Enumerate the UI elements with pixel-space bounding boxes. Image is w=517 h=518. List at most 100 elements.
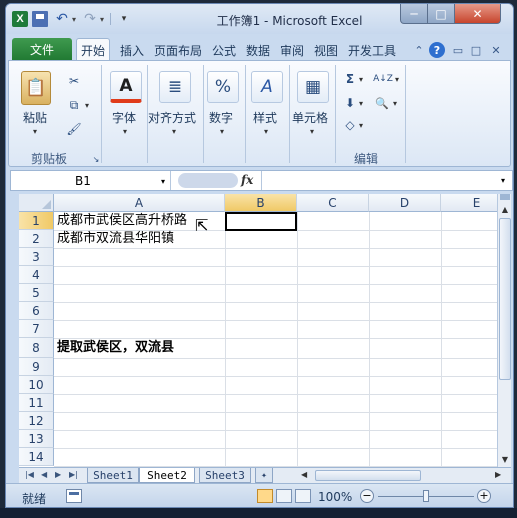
macro-record-icon[interactable]: [66, 489, 82, 503]
number-format-icon[interactable]: %: [207, 71, 239, 103]
styles-dropdown-icon[interactable]: ▾: [264, 127, 268, 136]
scroll-left-icon[interactable]: ◀: [301, 470, 307, 479]
ribbon-minimize-icon[interactable]: ⌃: [411, 42, 427, 58]
tab-page-layout[interactable]: 页面布局: [154, 42, 202, 59]
format-painter-icon[interactable]: 🖌: [65, 121, 83, 137]
cells-button-label[interactable]: 单元格: [292, 109, 328, 126]
column-header-d[interactable]: D: [369, 194, 441, 212]
cells-dropdown-icon[interactable]: ▾: [310, 127, 314, 136]
find-select-icon[interactable]: 🔍: [373, 95, 391, 111]
zoom-out-button[interactable]: −: [360, 489, 374, 503]
next-sheet-icon[interactable]: ▶: [55, 470, 61, 479]
scroll-thumb[interactable]: [499, 218, 511, 380]
horizontal-scroll-thumb[interactable]: [315, 470, 421, 481]
minimize-button[interactable]: ─: [400, 4, 428, 24]
autosum-icon[interactable]: Σ: [341, 71, 359, 87]
font-icon[interactable]: A: [110, 71, 142, 103]
workbook-restore-icon[interactable]: □: [468, 42, 484, 58]
tab-formulas[interactable]: 公式: [212, 42, 236, 59]
workbook-minimize-icon[interactable]: ▭: [450, 42, 466, 58]
scroll-right-icon[interactable]: ▶: [495, 470, 501, 479]
copy-dropdown-icon[interactable]: ▾: [85, 101, 89, 110]
number-button-label[interactable]: 数字: [209, 109, 233, 126]
active-cell-b1[interactable]: [225, 212, 297, 231]
find-dropdown-icon[interactable]: ▾: [393, 99, 397, 108]
workbook-close-icon[interactable]: ✕: [488, 42, 504, 58]
formula-bar-expand-icon[interactable]: ▾: [501, 176, 505, 185]
row-header[interactable]: 1: [19, 212, 54, 230]
row-header[interactable]: 2: [19, 230, 54, 248]
copy-icon[interactable]: ⧉: [65, 97, 83, 113]
prev-sheet-icon[interactable]: ◀: [41, 470, 47, 479]
maximize-button[interactable]: □: [427, 4, 455, 24]
styles-button-label[interactable]: 样式: [253, 109, 277, 126]
tab-insert[interactable]: 插入: [120, 42, 144, 59]
number-dropdown-icon[interactable]: ▾: [220, 127, 224, 136]
row-header[interactable]: 6: [19, 302, 54, 320]
fill-dropdown-icon[interactable]: ▾: [359, 99, 363, 108]
tab-review[interactable]: 审阅: [280, 42, 304, 59]
column-header-e[interactable]: E: [441, 194, 497, 212]
zoom-level[interactable]: 100%: [318, 490, 352, 504]
name-box[interactable]: B1: [11, 171, 171, 190]
row-header[interactable]: 11: [19, 394, 54, 412]
clear-dropdown-icon[interactable]: ▾: [359, 121, 363, 130]
paste-button-label[interactable]: 粘贴: [23, 109, 47, 126]
sheet-tab-3[interactable]: Sheet3: [199, 468, 251, 483]
tab-file[interactable]: 文件: [12, 38, 72, 60]
cell-a8[interactable]: 提取武侯区，双流县: [57, 339, 174, 357]
sort-dropdown-icon[interactable]: ▾: [395, 75, 399, 84]
insert-function-icon[interactable]: fx: [241, 173, 253, 187]
alignment-dropdown-icon[interactable]: ▾: [172, 127, 176, 136]
tab-view[interactable]: 视图: [314, 42, 338, 59]
column-header-a[interactable]: A: [54, 194, 225, 212]
normal-view-button[interactable]: [257, 489, 273, 503]
split-handle[interactable]: [500, 194, 510, 200]
cut-icon[interactable]: ✂: [65, 73, 83, 89]
tab-data[interactable]: 数据: [246, 42, 270, 59]
sheet-tab-1[interactable]: Sheet1: [87, 468, 139, 483]
last-sheet-icon[interactable]: ▶|: [69, 470, 78, 479]
sheet-tab-2[interactable]: Sheet2: [139, 468, 195, 483]
font-dropdown-icon[interactable]: ▾: [123, 127, 127, 136]
clipboard-launcher-icon[interactable]: ↘: [87, 151, 105, 167]
formula-input[interactable]: [261, 171, 497, 190]
column-header-b[interactable]: B: [225, 194, 297, 212]
row-header[interactable]: 7: [19, 320, 54, 338]
row-header[interactable]: 14: [19, 448, 54, 466]
name-box-dropdown-icon[interactable]: ▾: [161, 177, 165, 186]
row-header[interactable]: 12: [19, 412, 54, 430]
scroll-up-icon[interactable]: ▲: [498, 202, 512, 216]
scroll-down-icon[interactable]: ▼: [498, 452, 512, 466]
alignment-button-label[interactable]: 对齐方式: [148, 109, 196, 126]
worksheet-grid[interactable]: A B C D E 1 2 3 4 5 6 7 8 9 10 11 12 13 …: [19, 194, 497, 467]
row-header[interactable]: 8: [19, 338, 54, 358]
tab-developer[interactable]: 开发工具: [348, 42, 396, 59]
paste-dropdown-icon[interactable]: ▾: [33, 127, 37, 136]
insert-sheet-icon[interactable]: ✦: [255, 468, 273, 483]
row-header[interactable]: 5: [19, 284, 54, 302]
cells-icon[interactable]: ▦: [297, 71, 329, 103]
zoom-slider-thumb[interactable]: [423, 490, 429, 502]
row-header[interactable]: 10: [19, 376, 54, 394]
sort-filter-icon[interactable]: A↓Z: [371, 71, 395, 87]
page-layout-view-button[interactable]: [276, 489, 292, 503]
paste-icon[interactable]: 📋: [21, 71, 51, 105]
row-header[interactable]: 13: [19, 430, 54, 448]
clear-icon[interactable]: ◇: [341, 117, 359, 133]
tab-home[interactable]: 开始: [76, 38, 110, 61]
row-header[interactable]: 4: [19, 266, 54, 284]
help-icon[interactable]: ?: [429, 42, 445, 58]
page-break-view-button[interactable]: [295, 489, 311, 503]
styles-icon[interactable]: A: [251, 71, 283, 103]
fill-icon[interactable]: ⬇: [341, 95, 359, 111]
vertical-scrollbar[interactable]: ▲ ▼: [497, 194, 511, 467]
alignment-icon[interactable]: ≣: [159, 71, 191, 103]
close-button[interactable]: ✕: [454, 4, 501, 24]
first-sheet-icon[interactable]: |◀: [25, 470, 34, 479]
row-header[interactable]: 3: [19, 248, 54, 266]
select-all-button[interactable]: [19, 194, 54, 212]
autosum-dropdown-icon[interactable]: ▾: [359, 75, 363, 84]
column-header-c[interactable]: C: [297, 194, 369, 212]
zoom-in-button[interactable]: +: [477, 489, 491, 503]
